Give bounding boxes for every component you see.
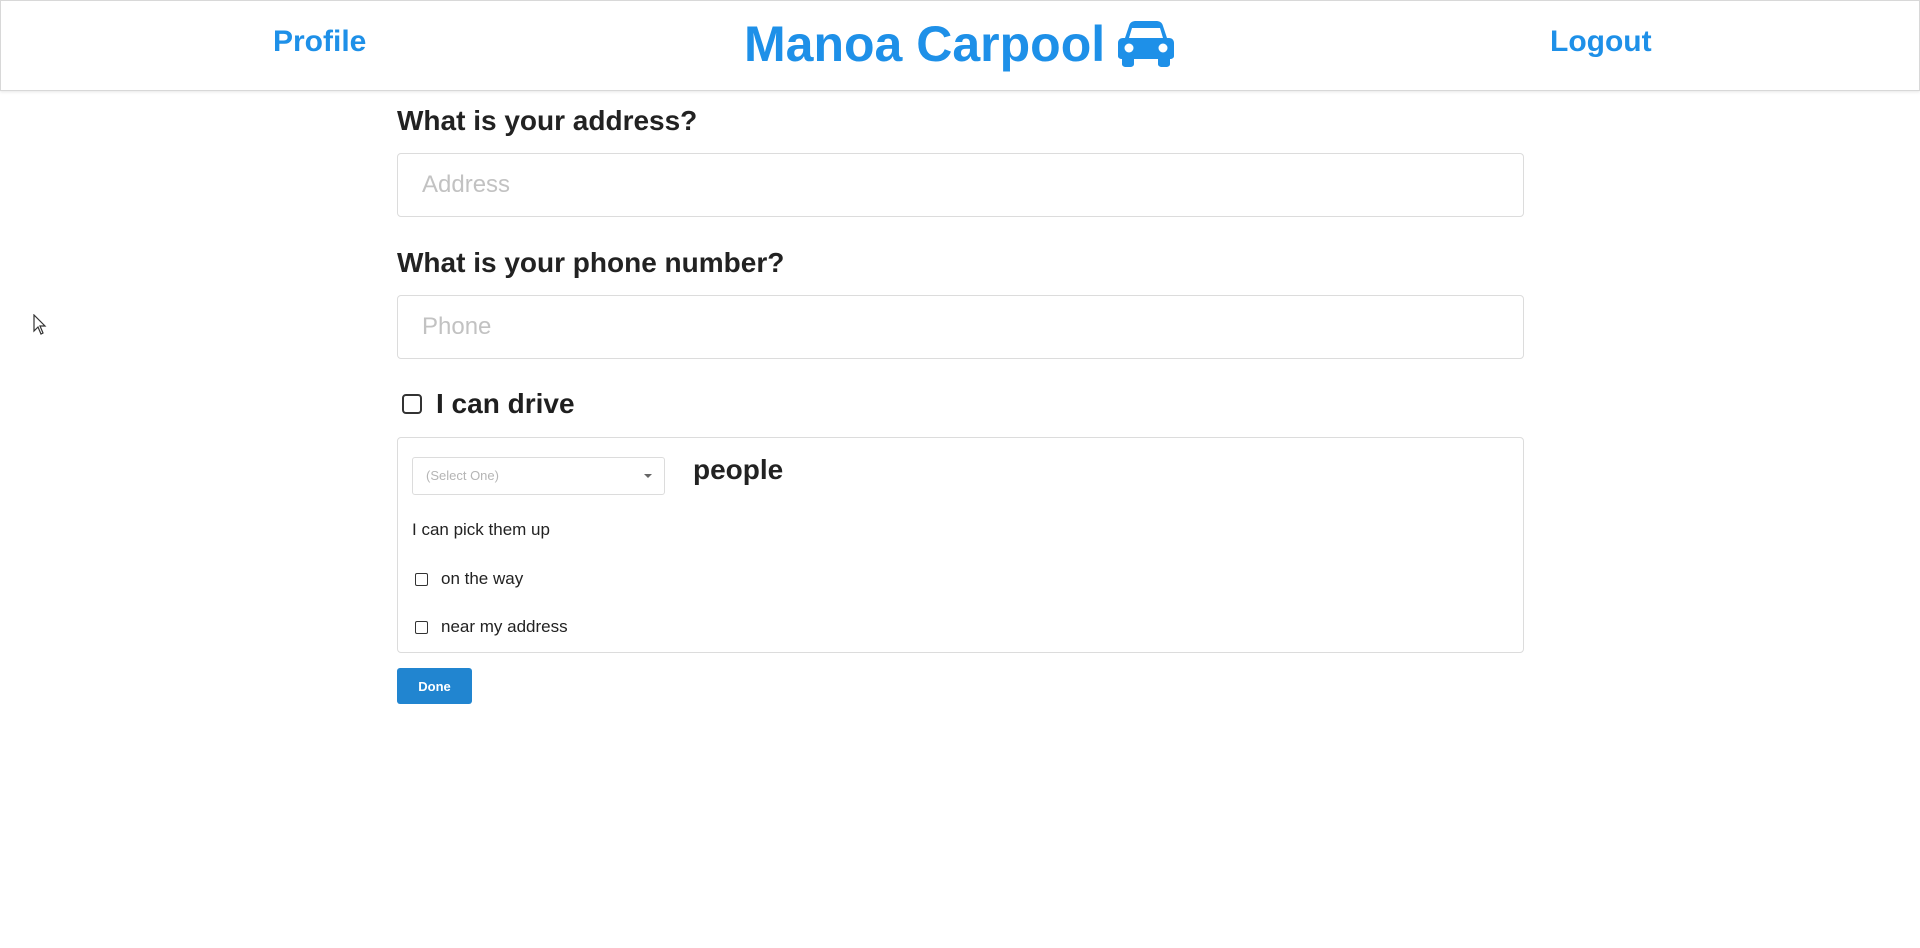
can-drive-label: I can drive [436, 388, 575, 419]
address-question: What is your address? [397, 105, 698, 136]
on-the-way-checkbox[interactable] [415, 572, 428, 586]
app-title: Manoa Carpool [744, 16, 1106, 72]
brand-logo[interactable]: Manoa Carpool [744, 15, 1175, 73]
profile-form: What is your address? What is your phone… [397, 104, 1524, 704]
on-the-way-label: on the way [441, 569, 524, 588]
near-address-checkbox[interactable] [415, 620, 428, 634]
capacity-unit-label: people [693, 454, 784, 485]
phone-question: What is your phone number? [397, 247, 785, 278]
capacity-select[interactable]: (Select One) [412, 457, 665, 495]
pickup-option-on-the-way[interactable]: on the way [415, 569, 523, 589]
pickup-label: I can pick them up [412, 520, 550, 539]
near-address-label: near my address [441, 617, 568, 636]
logout-link[interactable]: Logout [1550, 25, 1652, 59]
car-icon [1118, 21, 1175, 67]
address-input[interactable] [397, 153, 1524, 217]
can-drive-checkbox[interactable] [402, 394, 422, 414]
chevron-down-icon [644, 474, 652, 478]
profile-link[interactable]: Profile [273, 25, 366, 59]
phone-input[interactable] [397, 295, 1524, 359]
done-button[interactable]: Done [397, 668, 472, 704]
capacity-select-value: (Select One) [426, 468, 499, 483]
pickup-option-near-address[interactable]: near my address [415, 617, 568, 637]
can-drive-row[interactable]: I can drive [397, 387, 1524, 421]
mouse-cursor-icon [33, 314, 47, 335]
driver-options-panel: (Select One) people I can pick them up o… [397, 437, 1524, 653]
top-nav-bar: Profile Manoa Carpool Logout [0, 0, 1920, 91]
